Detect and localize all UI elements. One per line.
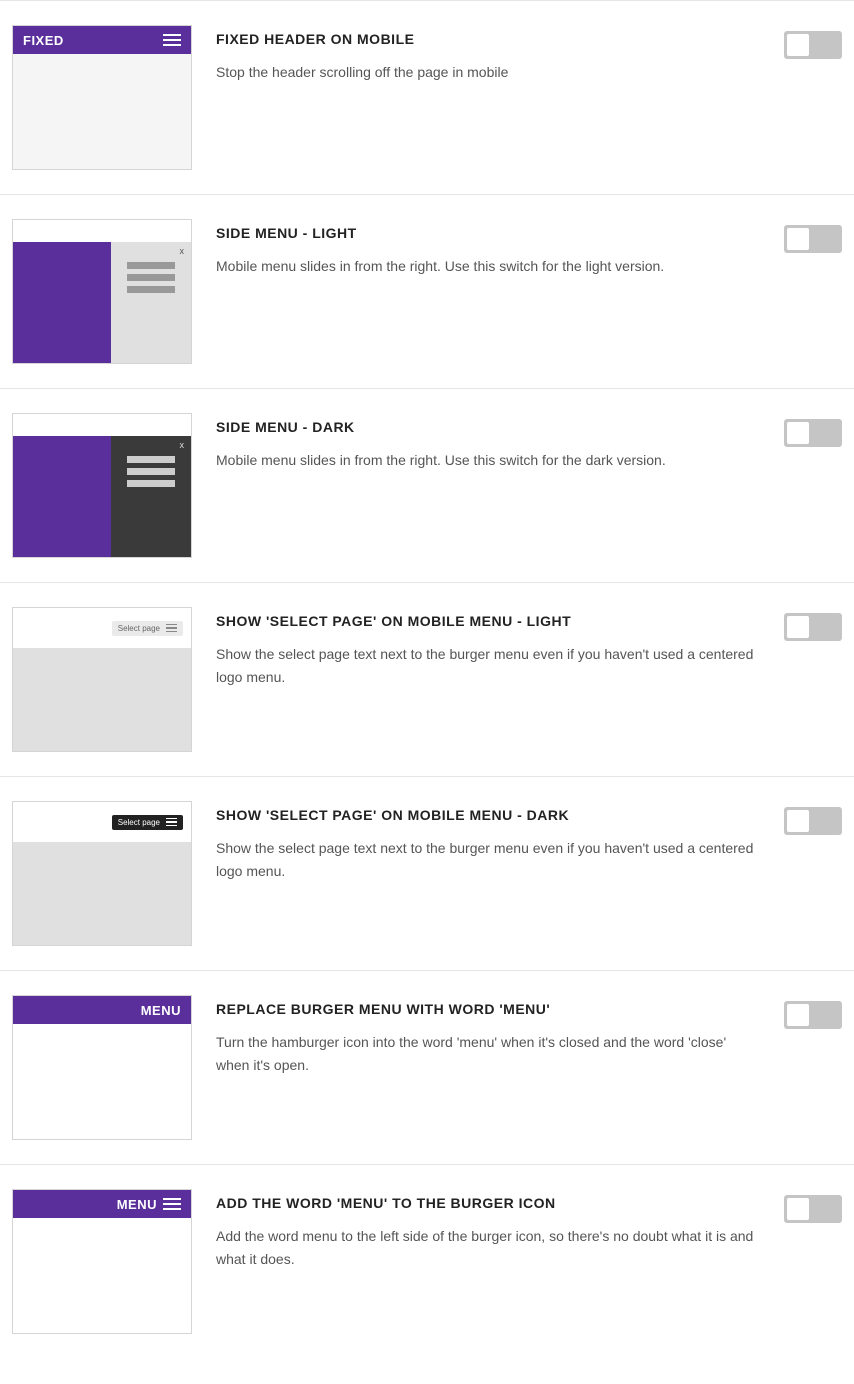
thumb-replace-burger: MENU <box>12 995 192 1140</box>
menu-line <box>127 262 175 269</box>
toggle-knob <box>787 1004 809 1026</box>
hamburger-icon <box>163 1198 181 1210</box>
thumb-header: MENU <box>13 996 191 1024</box>
thumb-header: MENU <box>13 1190 191 1218</box>
toggle-knob <box>787 422 809 444</box>
select-page-text: Select page <box>118 818 160 827</box>
option-title: ADD THE WORD 'MENU' TO THE BURGER ICON <box>216 1195 760 1211</box>
thumb-header: Select page <box>13 802 191 842</box>
select-page-pill: Select page <box>112 621 183 636</box>
option-fixed-header: FIXED FIXED HEADER ON MOBILE Stop the he… <box>0 0 854 194</box>
thumb-right: x <box>111 242 191 363</box>
toggle-replace-burger[interactable] <box>784 1001 842 1029</box>
thumb-fixed-header: FIXED <box>12 25 192 170</box>
thumb-label: MENU <box>117 1197 157 1212</box>
thumb-left <box>13 242 111 363</box>
thumb-left <box>13 436 111 557</box>
thumb-body: x <box>13 436 191 557</box>
toggle-select-page-light[interactable] <box>784 613 842 641</box>
option-content: REPLACE BURGER MENU WITH WORD 'MENU' Tur… <box>216 995 760 1077</box>
toggle-knob <box>787 1198 809 1220</box>
thumb-select-page-light: Select page <box>12 607 192 752</box>
thumb-body: x <box>13 242 191 363</box>
option-add-word-menu: MENU ADD THE WORD 'MENU' TO THE BURGER I… <box>0 1164 854 1358</box>
menu-line <box>127 468 175 475</box>
option-desc: Stop the header scrolling off the page i… <box>216 61 760 84</box>
option-title: FIXED HEADER ON MOBILE <box>216 31 760 47</box>
thumb-right: x <box>111 436 191 557</box>
toggle-select-page-dark[interactable] <box>784 807 842 835</box>
select-page-pill: Select page <box>112 815 183 830</box>
select-page-text: Select page <box>118 624 160 633</box>
option-desc: Mobile menu slides in from the right. Us… <box>216 255 760 278</box>
toggle-side-menu-dark[interactable] <box>784 419 842 447</box>
option-content: FIXED HEADER ON MOBILE Stop the header s… <box>216 25 760 84</box>
option-desc: Show the select page text next to the bu… <box>216 837 760 883</box>
option-content: SHOW 'SELECT PAGE' ON MOBILE MENU - DARK… <box>216 801 760 883</box>
option-desc: Mobile menu slides in from the right. Us… <box>216 449 760 472</box>
menu-line <box>127 456 175 463</box>
toggle-knob <box>787 616 809 638</box>
thumb-header <box>13 220 191 242</box>
thumb-label: FIXED <box>23 33 64 48</box>
option-desc: Add the word menu to the left side of th… <box>216 1225 760 1271</box>
option-replace-burger-menu: MENU REPLACE BURGER MENU WITH WORD 'MENU… <box>0 970 854 1164</box>
menu-line <box>127 274 175 281</box>
option-side-menu-light: x SIDE MENU - LIGHT Mobile menu slides i… <box>0 194 854 388</box>
option-title: REPLACE BURGER MENU WITH WORD 'MENU' <box>216 1001 760 1017</box>
toggle-add-word-menu[interactable] <box>784 1195 842 1223</box>
option-title: SIDE MENU - DARK <box>216 419 760 435</box>
thumb-header <box>13 414 191 436</box>
option-content: SIDE MENU - LIGHT Mobile menu slides in … <box>216 219 760 278</box>
close-icon: x <box>179 246 184 256</box>
close-icon: x <box>179 440 184 450</box>
hamburger-icon <box>163 34 181 46</box>
hamburger-icon <box>166 624 177 633</box>
option-title: SIDE MENU - LIGHT <box>216 225 760 241</box>
option-desc: Turn the hamburger icon into the word 'm… <box>216 1031 760 1077</box>
toggle-fixed-header[interactable] <box>784 31 842 59</box>
option-desc: Show the select page text next to the bu… <box>216 643 760 689</box>
option-content: ADD THE WORD 'MENU' TO THE BURGER ICON A… <box>216 1189 760 1271</box>
option-side-menu-dark: x SIDE MENU - DARK Mobile menu slides in… <box>0 388 854 582</box>
menu-line <box>127 480 175 487</box>
toggle-knob <box>787 34 809 56</box>
toggle-knob <box>787 228 809 250</box>
thumb-add-word-menu: MENU <box>12 1189 192 1334</box>
option-select-page-light: Select page SHOW 'SELECT PAGE' ON MOBILE… <box>0 582 854 776</box>
thumb-side-menu-light: x <box>12 219 192 364</box>
thumb-side-menu-dark: x <box>12 413 192 558</box>
option-title: SHOW 'SELECT PAGE' ON MOBILE MENU - LIGH… <box>216 613 760 629</box>
thumb-label: MENU <box>141 1003 181 1018</box>
menu-line <box>127 286 175 293</box>
thumb-header: FIXED <box>13 26 191 54</box>
option-title: SHOW 'SELECT PAGE' ON MOBILE MENU - DARK <box>216 807 760 823</box>
hamburger-icon <box>166 818 177 827</box>
option-select-page-dark: Select page SHOW 'SELECT PAGE' ON MOBILE… <box>0 776 854 970</box>
option-content: SIDE MENU - DARK Mobile menu slides in f… <box>216 413 760 472</box>
thumb-select-page-dark: Select page <box>12 801 192 946</box>
option-content: SHOW 'SELECT PAGE' ON MOBILE MENU - LIGH… <box>216 607 760 689</box>
toggle-knob <box>787 810 809 832</box>
thumb-header: Select page <box>13 608 191 648</box>
toggle-side-menu-light[interactable] <box>784 225 842 253</box>
